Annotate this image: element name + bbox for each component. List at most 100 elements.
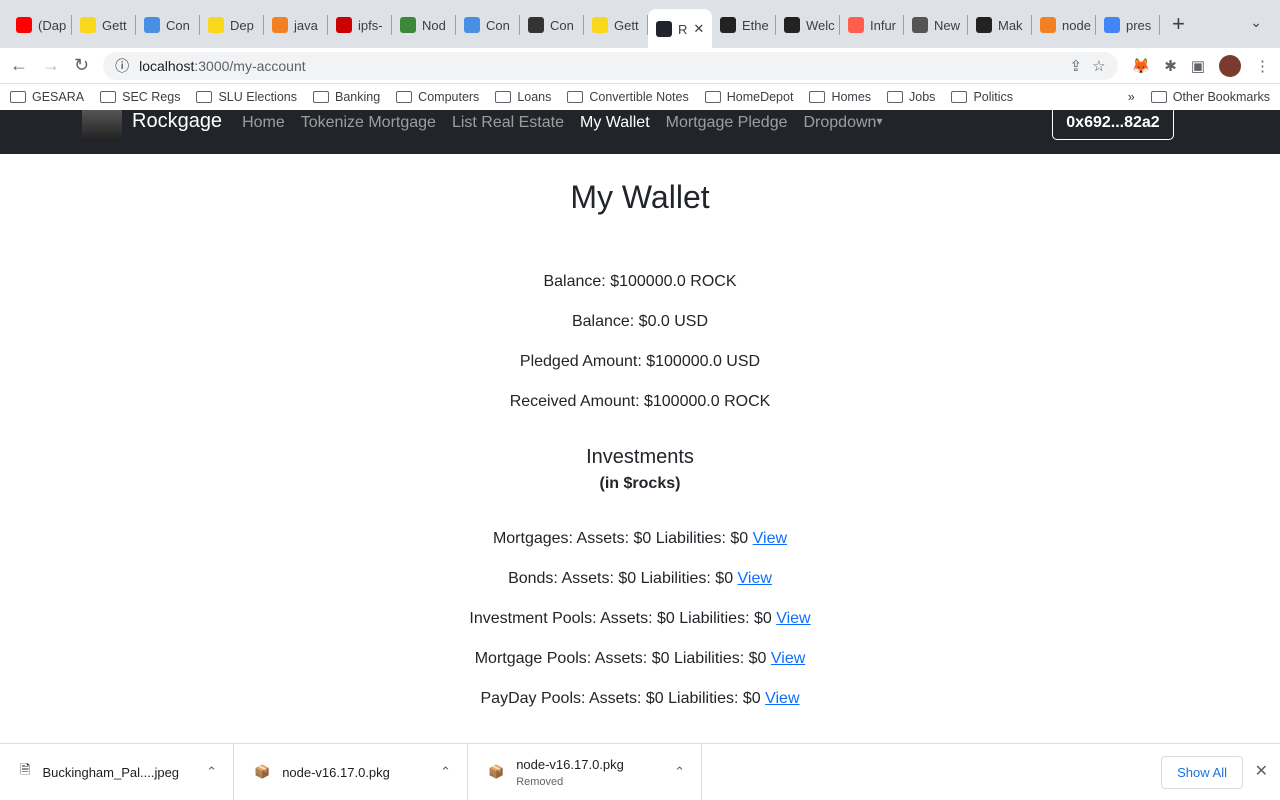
main-content: My Wallet Balance: $100000.0 ROCK Balance… <box>0 179 1280 729</box>
investment-text: Investment Pools: Assets: $0 Liabilities… <box>469 610 772 627</box>
tab[interactable]: Mak <box>968 15 1032 35</box>
folder-icon <box>704 91 721 103</box>
nav-link[interactable]: My Wallet <box>572 112 658 134</box>
tab[interactable]: Con <box>136 15 200 35</box>
folder-icon <box>10 91 26 103</box>
tab[interactable]: Dep <box>200 15 264 35</box>
new-tab-icon[interactable]: + <box>1172 11 1185 37</box>
tab-label: (Dap <box>38 17 67 33</box>
view-link[interactable]: View <box>776 610 810 627</box>
bookmark-label: Politics <box>973 90 1014 104</box>
tab[interactable]: ipfs- <box>328 15 392 35</box>
bookmark-item[interactable]: Jobs <box>887 90 935 104</box>
view-link[interactable]: View <box>771 650 805 667</box>
show-all-button[interactable]: Show All <box>1161 756 1243 789</box>
tab[interactable]: Infur <box>840 15 904 35</box>
more-bookmarks-icon[interactable]: » <box>1128 90 1135 104</box>
folder-icon <box>495 91 512 103</box>
download-bar: 🗎 Buckingham_Pal....jpeg ⌃ 📦 node-v16.17.0.p… <box>0 743 1280 800</box>
tab[interactable]: Con <box>456 15 520 35</box>
nav-link[interactable]: List Real Estate <box>444 112 572 134</box>
view-link[interactable]: View <box>738 570 772 587</box>
view-link[interactable]: View <box>765 690 799 707</box>
side-panel-icon[interactable]: ▣ <box>1191 57 1205 75</box>
nav-link[interactable]: Mortgage Pledge <box>658 112 796 134</box>
bookmark-label: Loans <box>517 90 552 104</box>
tab[interactable]: pres <box>1096 15 1160 35</box>
bookmark-item[interactable]: SEC Regs <box>100 90 180 104</box>
tab[interactable]: Welc <box>776 15 840 35</box>
chevron-up-icon[interactable]: ⌃ <box>674 764 685 780</box>
image-file-icon: 🗎 <box>20 762 31 777</box>
bookmark-item[interactable]: HomeDepot <box>704 90 794 104</box>
bookmark-item[interactable]: Homes <box>809 90 871 104</box>
nav-link[interactable]: Tokenize Mortgage <box>293 112 444 134</box>
bookmarks-bar: GESARA SEC Regs SLU Elections Banking Comput… <box>0 84 1280 110</box>
balance-line: Balance: $100000.0 ROCK <box>543 273 737 290</box>
tab[interactable]: New <box>904 15 968 35</box>
folder-icon <box>396 91 413 103</box>
chevron-down-icon[interactable]: ⌄ <box>1250 14 1262 31</box>
close-icon[interactable]: ✕ <box>1255 761 1268 781</box>
bookmark-item[interactable]: Loans <box>495 90 551 104</box>
extensions-icon[interactable]: ✱ <box>1164 57 1177 75</box>
tab[interactable]: Nod <box>392 15 456 35</box>
tab[interactable]: Con <box>520 15 584 35</box>
bookmark-item[interactable]: Computers <box>396 90 479 104</box>
bookmark-item[interactable]: Banking <box>312 90 380 104</box>
tab-label: Welc <box>806 17 835 33</box>
download-item[interactable]: 📦 node-v16.17.0.pkg ⌃ <box>234 744 468 800</box>
investment-row: Mortgages: Assets: $0 Liabilities: $0 Vi… <box>0 529 1280 569</box>
tab[interactable]: Gett <box>72 15 136 35</box>
tab-label: New <box>934 17 961 33</box>
brand[interactable]: Rockgage <box>132 110 222 133</box>
investments-subheading: (in $rocks) <box>599 475 681 492</box>
bookmark-item[interactable]: GESARA <box>10 90 84 104</box>
investment-text: Mortgages: Assets: $0 Liabilities: $0 <box>492 530 749 547</box>
navbar: Rockgage Home Tokenize Mortgage List Real … <box>0 110 1280 154</box>
download-name: node-v16.17.0.pkg <box>282 764 390 780</box>
tab[interactable]: node <box>1032 15 1096 35</box>
tab-label: java <box>294 17 318 33</box>
brand-logo[interactable] <box>82 110 122 140</box>
folder-icon <box>1150 91 1167 103</box>
caret-down-icon[interactable]: ▾ <box>876 112 882 134</box>
tab[interactable]: Gett <box>584 15 648 35</box>
bookmark-item[interactable]: Politics <box>951 90 1013 104</box>
bookmark-label: HomeDepot <box>726 90 794 104</box>
download-item[interactable]: 📦 node-v16.17.0.pkg Removed ⌃ <box>468 744 702 800</box>
other-bookmarks[interactable]: Other Bookmarks <box>1150 90 1270 104</box>
back-icon[interactable]: ← <box>10 55 28 76</box>
youtube-icon <box>16 17 32 33</box>
star-icon[interactable]: ☆ <box>1092 57 1105 75</box>
metamask-icon[interactable]: 🦊 <box>1132 57 1151 75</box>
folder-icon <box>196 91 213 103</box>
page-title: My Wallet <box>570 179 710 215</box>
reload-icon[interactable]: ↻ <box>74 55 89 76</box>
url-input[interactable]: ⓘ localhost:3000/my-account ⇪ ☆ <box>103 51 1118 80</box>
bookmark-label: SEC Regs <box>122 90 181 104</box>
bookmark-label: Computers <box>418 90 480 104</box>
menu-icon[interactable]: ⋮ <box>1255 57 1270 75</box>
bookmark-item[interactable]: SLU Elections <box>196 90 297 104</box>
view-link[interactable]: View <box>753 530 787 547</box>
forward-icon[interactable]: → <box>42 55 60 76</box>
tab[interactable]: java <box>264 15 328 35</box>
nav-link[interactable]: Home <box>234 112 293 134</box>
bookmark-item[interactable]: Convertible Notes <box>567 90 689 104</box>
chevron-up-icon[interactable]: ⌃ <box>206 764 217 780</box>
download-name: Buckingham_Pal....jpeg <box>42 764 180 780</box>
close-tab-icon[interactable]: ✕ <box>693 21 704 37</box>
tab-label: Dep <box>230 17 254 33</box>
bookmark-label: SLU Elections <box>218 90 297 104</box>
nav-link[interactable]: Dropdown <box>796 112 885 134</box>
chevron-up-icon[interactable]: ⌃ <box>440 764 451 780</box>
download-item[interactable]: 🗎 Buckingham_Pal....jpeg ⌃ <box>0 744 234 800</box>
tab[interactable]: Ethe <box>712 15 776 35</box>
tab[interactable]: (Dap <box>8 15 72 35</box>
share-icon[interactable]: ⇪ <box>1070 57 1083 75</box>
avatar[interactable] <box>1219 54 1241 77</box>
wallet-address-button[interactable]: 0x692...82a2 <box>1052 110 1174 140</box>
info-icon[interactable]: ⓘ <box>115 56 129 76</box>
tab[interactable]: R ✕ <box>648 9 712 49</box>
